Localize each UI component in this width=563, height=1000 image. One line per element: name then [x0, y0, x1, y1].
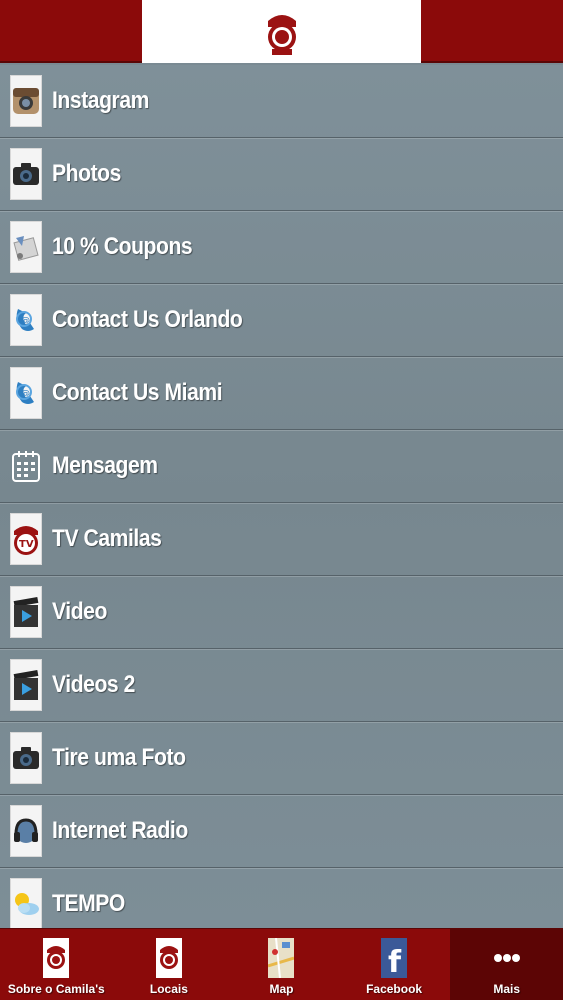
video-clapper-icon: [10, 586, 42, 638]
calendar-icon: [10, 440, 42, 492]
facebook-icon: f: [380, 936, 408, 980]
logo-container: [142, 0, 421, 63]
bottom-tab-bar: Sobre o Camila's Locais Map f Facebook M…: [0, 928, 563, 1000]
tab-mais[interactable]: Mais: [450, 929, 563, 1000]
menu-item-label: Instagram: [52, 87, 149, 114]
menu-item-label: Photos: [52, 160, 121, 187]
contact-phone-icon: @: [10, 294, 42, 346]
more-dots-icon: [493, 936, 521, 980]
menu-item-label: Contact Us Miami: [52, 379, 223, 406]
menu-item-label: Videos 2: [52, 671, 135, 698]
map-icon: [267, 936, 295, 980]
video-clapper-icon: [10, 659, 42, 711]
camilas-logo-icon: [267, 14, 296, 55]
svg-text:TV: TV: [19, 539, 34, 550]
menu-item-videos-2[interactable]: Videos 2: [0, 649, 563, 722]
tab-map[interactable]: Map: [225, 929, 338, 1000]
menu-item-video[interactable]: Video: [0, 576, 563, 649]
svg-text:@: @: [21, 389, 30, 399]
menu-item-label: Internet Radio: [52, 817, 188, 844]
menu-item-contact-orlando[interactable]: @ Contact Us Orlando: [0, 284, 563, 357]
headphones-icon: [10, 805, 42, 857]
menu-item-photos[interactable]: Photos: [0, 138, 563, 211]
tab-locais[interactable]: Locais: [113, 929, 226, 1000]
instagram-icon: [10, 75, 42, 127]
tab-label: Facebook: [366, 982, 423, 996]
menu-item-contact-miami[interactable]: @ Contact Us Miami: [0, 357, 563, 430]
tab-label: Locais: [149, 982, 188, 996]
menu-item-label: Contact Us Orlando: [52, 306, 243, 333]
menu-item-label: 10 % Coupons: [52, 233, 193, 260]
camera-icon: [10, 148, 42, 200]
camilas-logo-icon: [42, 936, 70, 980]
contact-phone-icon: @: [10, 367, 42, 419]
menu-item-label: Tire uma Foto: [52, 744, 186, 771]
app-header: [0, 0, 563, 63]
camilas-logo-icon: [155, 936, 183, 980]
svg-text:f: f: [388, 945, 402, 978]
tab-facebook[interactable]: f Facebook: [338, 929, 451, 1000]
camera-icon: [10, 732, 42, 784]
tab-sobre[interactable]: Sobre o Camila's: [0, 929, 113, 1000]
menu-list: Instagram Photos 10 % Coupons @ Contact …: [0, 65, 563, 928]
tv-logo-icon: TV: [10, 513, 42, 565]
menu-item-tempo[interactable]: TEMPO: [0, 868, 563, 928]
menu-item-coupons[interactable]: 10 % Coupons: [0, 211, 563, 284]
coupons-icon: [10, 221, 42, 273]
tab-label: Mais: [493, 982, 521, 996]
menu-item-tv-camilas[interactable]: TV TV Camilas: [0, 503, 563, 576]
menu-item-label: TV Camilas: [52, 525, 162, 552]
menu-item-label: Video: [52, 598, 107, 625]
weather-icon: [10, 878, 42, 928]
menu-item-internet-radio[interactable]: Internet Radio: [0, 795, 563, 868]
menu-item-label: TEMPO: [52, 890, 125, 917]
menu-item-mensagem[interactable]: Mensagem: [0, 430, 563, 503]
tab-label: Sobre o Camila's: [7, 982, 105, 996]
menu-item-tire-uma-foto[interactable]: Tire uma Foto: [0, 722, 563, 795]
menu-item-instagram[interactable]: Instagram: [0, 65, 563, 138]
tab-label: Map: [269, 982, 294, 996]
menu-item-label: Mensagem: [52, 452, 158, 479]
svg-text:@: @: [21, 316, 30, 326]
